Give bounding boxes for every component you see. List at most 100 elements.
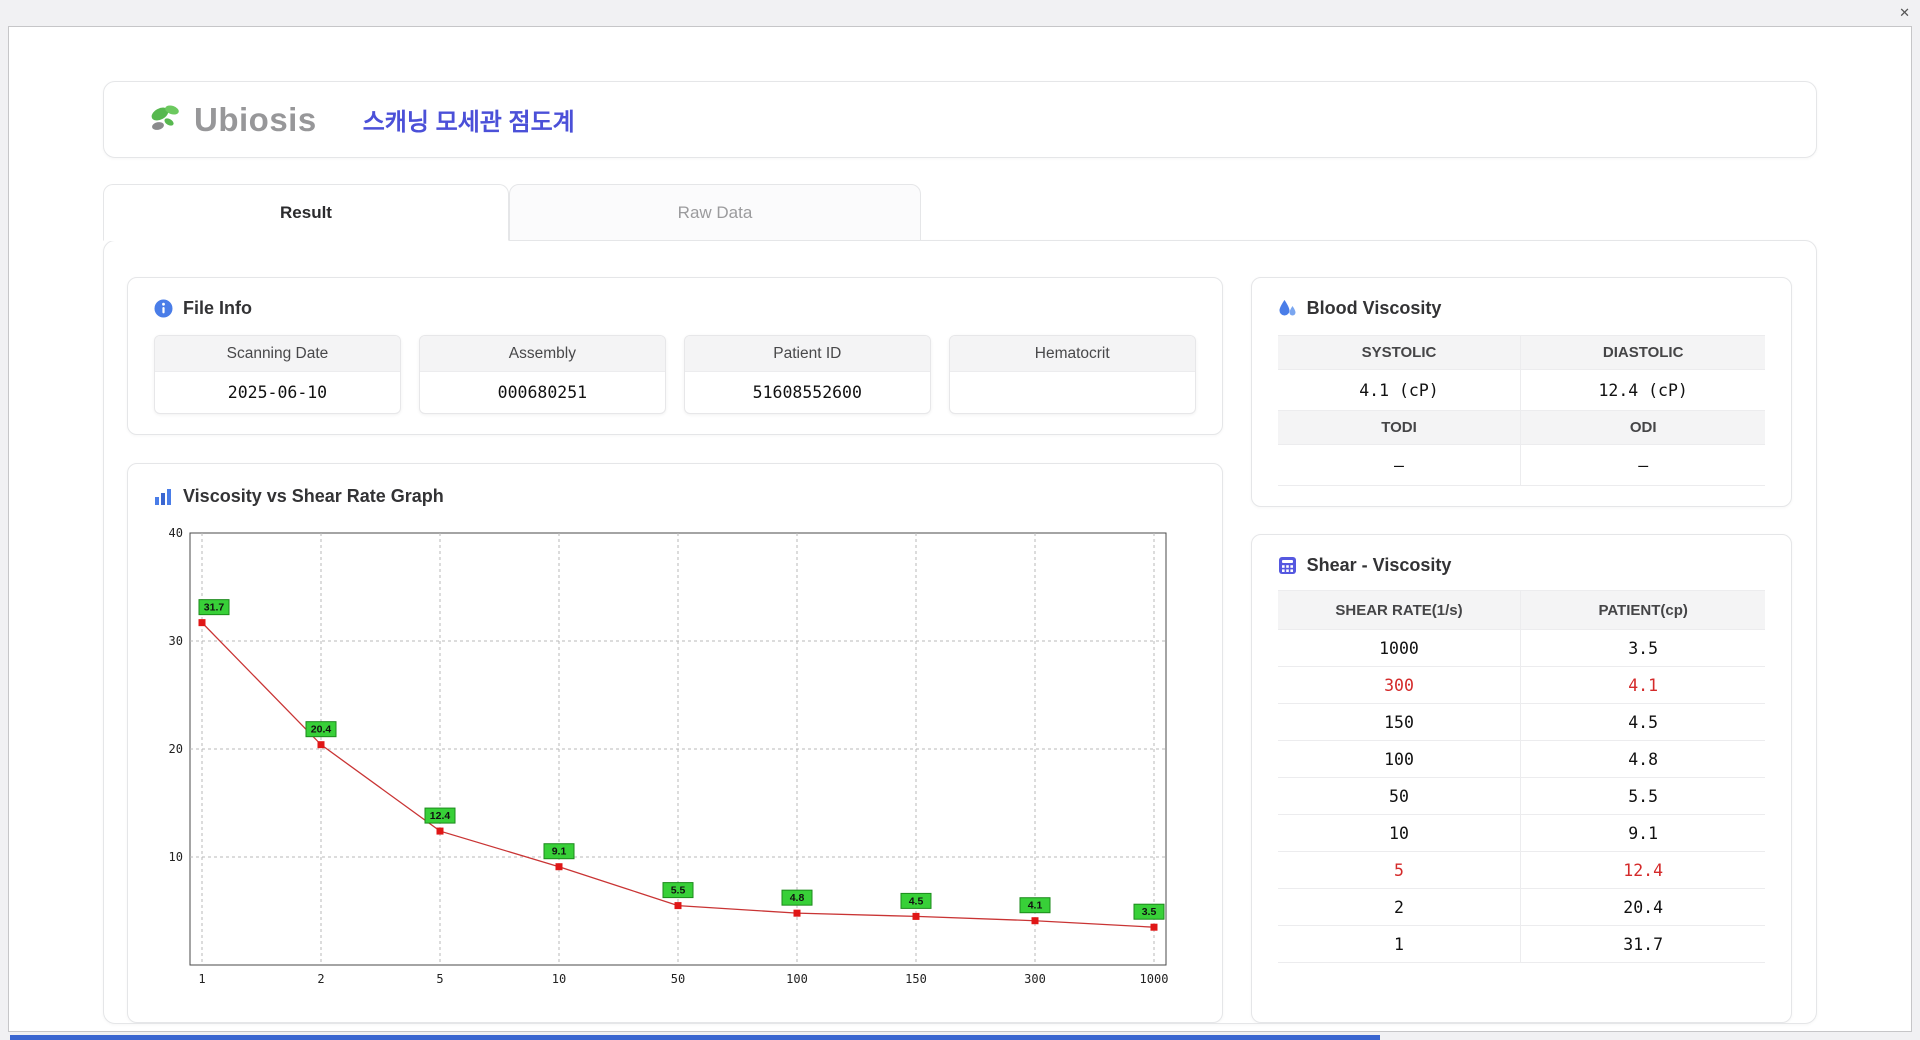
svg-text:20: 20 [169, 742, 183, 756]
patient-value: 4.1 [1628, 675, 1659, 695]
svg-text:9.1: 9.1 [552, 846, 567, 858]
shear-table-row: 1000 3.5 [1277, 630, 1765, 667]
shear-rate-value: 10 [1278, 815, 1522, 851]
patient-value: 20.4 [1623, 897, 1664, 917]
shear-rate-value: 300 [1278, 667, 1522, 703]
svg-text:30: 30 [169, 634, 183, 648]
viscosity-chart: 1 2 5 10 50 100 150 300 1000 10 20 30 40 31.7 20.4 12.4… [154, 521, 1184, 996]
svg-text:20.4: 20.4 [311, 724, 332, 736]
blood-viscosity-title: Blood Viscosity [1306, 298, 1442, 318]
todi-value: – [1277, 445, 1522, 486]
ubiosis-logo: Ubiosis [148, 101, 317, 139]
shear-table-row: 1 31.7 [1277, 926, 1765, 963]
file-info-field: Assembly 000680251 [418, 335, 666, 414]
file-info-field: Hematocrit [948, 335, 1196, 414]
svg-text:150: 150 [905, 972, 927, 986]
leaf-logo-icon [151, 104, 179, 130]
bottom-progress-bar [10, 1035, 1380, 1040]
blood-viscosity-card: Blood Viscosity SYSTOLIC DIASTOLIC 4.1 (… [1250, 277, 1792, 507]
field-value: 51608552600 [752, 383, 862, 402]
todi-header: TODI [1277, 411, 1522, 445]
svg-text:40: 40 [169, 526, 183, 540]
patient-value: 31.7 [1623, 934, 1664, 954]
field-label: Scanning Date [155, 336, 400, 372]
shear-rate-value: 5 [1278, 852, 1522, 888]
file-info-field: Scanning Date 2025-06-10 [154, 335, 401, 414]
blood-droplet-icon [1279, 300, 1296, 316]
shear-table-row: 150 4.5 [1277, 704, 1765, 741]
close-button[interactable]: ✕ [1899, 5, 1910, 21]
shear-table-row: 5 12.4 [1277, 852, 1765, 889]
diastolic-value: 12.4 (cP) [1521, 370, 1765, 411]
odi-header: ODI [1521, 411, 1765, 445]
logo-text: Ubiosis [194, 100, 317, 138]
app-window: Ubiosis 스캐닝 모세관 점도계 Result Raw Data File… [8, 26, 1912, 1032]
svg-text:100: 100 [786, 972, 808, 986]
shear-table-row: 300 4.1 [1277, 667, 1765, 704]
shear-table-row: 100 4.8 [1277, 741, 1765, 778]
shear-rate-value: 100 [1278, 741, 1522, 777]
field-label: Hematocrit [949, 336, 1195, 372]
graph-title: Viscosity vs Shear Rate Graph [183, 486, 444, 506]
file-info-card: File Info Scanning Date 2025-06-10 Assem… [127, 277, 1223, 435]
diastolic-header: DIASTOLIC [1521, 336, 1765, 370]
svg-text:2: 2 [317, 972, 324, 986]
patient-value: 3.5 [1628, 638, 1659, 658]
bar-chart-icon [155, 489, 171, 505]
shear-viscosity-table: SHEAR RATE(1/s) PATIENT(cp) 1000 3.5 300… [1277, 590, 1765, 963]
file-info-field: Patient ID 51608552600 [683, 335, 931, 414]
field-label: Assembly [419, 336, 665, 372]
shear-rate-value: 1 [1278, 926, 1522, 962]
shear-viscosity-title: Shear - Viscosity [1306, 555, 1452, 575]
patient-value: 9.1 [1628, 823, 1659, 843]
systolic-header: SYSTOLIC [1277, 336, 1522, 370]
svg-text:5: 5 [436, 972, 443, 986]
svg-text:4.5: 4.5 [909, 895, 924, 907]
tab-raw-data[interactable]: Raw Data [509, 184, 921, 241]
patient-value: 4.5 [1628, 712, 1659, 732]
patient-value: 5.5 [1628, 786, 1659, 806]
grid-table-icon [1278, 557, 1296, 574]
shear-rate-value: 50 [1278, 778, 1522, 814]
svg-text:31.7: 31.7 [204, 602, 225, 614]
field-value: 000680251 [497, 383, 588, 402]
svg-text:1000: 1000 [1140, 972, 1169, 986]
right-column: Blood Viscosity SYSTOLIC DIASTOLIC 4.1 (… [1250, 277, 1792, 1023]
svg-text:5.5: 5.5 [671, 885, 686, 897]
info-icon [154, 299, 173, 318]
patient-column-header: PATIENT(cp) [1598, 601, 1688, 619]
svg-text:1: 1 [198, 972, 205, 986]
blood-viscosity-table: SYSTOLIC DIASTOLIC 4.1 (cP) 12.4 (cP) TO… [1277, 335, 1765, 486]
graph-card: Viscosity vs Shear Rate Graph 1 2 5 10 50 100… [127, 463, 1223, 1023]
svg-text:10: 10 [169, 850, 183, 864]
chart-svg: 1 2 5 10 50 100 150 300 1000 10 20 30 40 31.7 20.4 12.4… [169, 526, 1169, 986]
file-info-title: File Info [183, 298, 252, 318]
shear-rate-value: 2 [1278, 889, 1522, 925]
field-value: 2025-06-10 [227, 383, 328, 402]
odi-value: – [1521, 445, 1765, 486]
shear-rate-column-header: SHEAR RATE(1/s) [1278, 591, 1522, 629]
shear-table-row: 50 5.5 [1277, 778, 1765, 815]
field-value [950, 372, 1195, 413]
field-label: Patient ID [684, 336, 930, 372]
shear-table-row: 2 20.4 [1277, 889, 1765, 926]
svg-text:4.8: 4.8 [790, 892, 805, 904]
svg-text:300: 300 [1024, 972, 1046, 986]
main-content-card: File Info Scanning Date 2025-06-10 Assem… [103, 240, 1817, 1024]
left-column: File Info Scanning Date 2025-06-10 Assem… [127, 277, 1223, 1023]
shear-viscosity-card: Shear - Viscosity SHEAR RATE(1/s) PATIEN… [1250, 534, 1792, 1023]
shear-table-row: 10 9.1 [1277, 815, 1765, 852]
svg-text:3.5: 3.5 [1142, 906, 1157, 918]
shear-table-header: SHEAR RATE(1/s) PATIENT(cp) [1277, 591, 1765, 630]
patient-value: 4.8 [1628, 749, 1659, 769]
app-title: 스캐닝 모세관 점도계 [362, 109, 575, 136]
shear-rate-value: 1000 [1278, 630, 1522, 666]
svg-text:10: 10 [552, 972, 566, 986]
svg-text:4.1: 4.1 [1028, 900, 1043, 912]
shear-rate-value: 150 [1278, 704, 1522, 740]
systolic-value: 4.1 (cP) [1277, 370, 1522, 411]
tab-result[interactable]: Result [103, 184, 509, 241]
svg-text:50: 50 [671, 972, 685, 986]
svg-text:12.4: 12.4 [430, 810, 451, 822]
patient-value: 12.4 [1623, 860, 1664, 880]
